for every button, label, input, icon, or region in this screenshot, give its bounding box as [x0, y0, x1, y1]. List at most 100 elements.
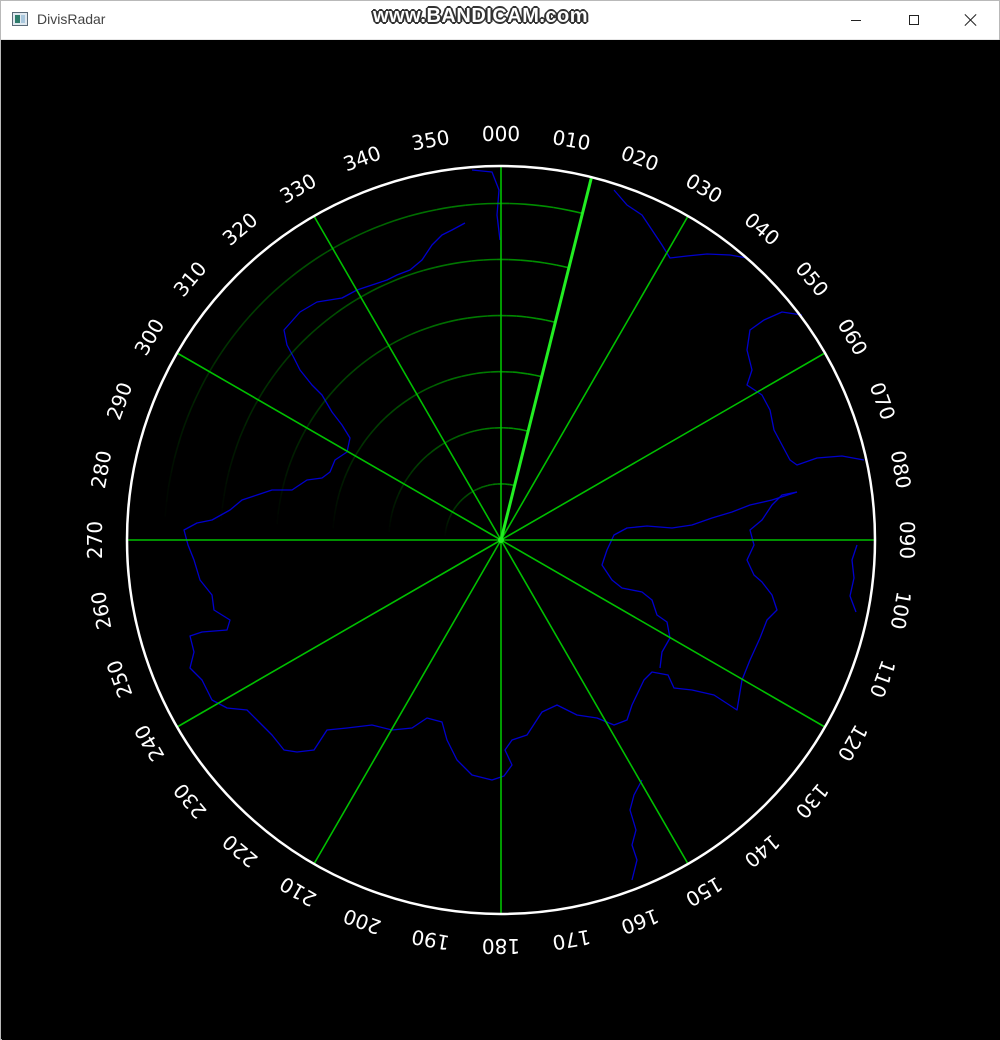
range-ring-arc — [223, 483, 227, 497]
range-ring-arc — [165, 487, 170, 502]
range-ring-arc — [402, 333, 412, 340]
range-ring-arc — [434, 445, 440, 450]
maximize-icon — [909, 15, 919, 25]
range-ring-arc — [422, 208, 437, 214]
range-ring-arc — [440, 379, 448, 384]
range-ring-arc — [392, 503, 396, 509]
range-ring-arc — [404, 476, 409, 482]
range-ring-arc — [239, 425, 246, 438]
range-ring-arc — [485, 484, 489, 487]
range-ring-arc — [454, 375, 462, 379]
range-ring-arc — [291, 267, 304, 278]
range-ring-arc — [336, 491, 341, 500]
bearing-label: 350 — [410, 125, 452, 155]
bearing-label: 230 — [169, 779, 212, 824]
range-ring-arc — [235, 436, 241, 449]
range-ring-arc — [433, 382, 441, 387]
range-ring-arc — [376, 347, 386, 354]
maximize-button[interactable] — [885, 1, 943, 39]
bearing-label: 120 — [833, 720, 873, 765]
minimize-button[interactable] — [827, 1, 885, 39]
sweep-trail — [165, 202, 583, 534]
close-button[interactable] — [942, 1, 1000, 39]
range-ring-arc — [411, 329, 421, 335]
range-ring-arc — [388, 522, 391, 528]
recording-watermark: www.BANDICAM.com — [373, 5, 589, 27]
range-ring-arc — [460, 498, 463, 502]
range-ring-arc — [285, 466, 290, 477]
range-ring-arc — [480, 486, 484, 489]
range-ring-arc — [407, 472, 412, 478]
app-icon — [12, 12, 28, 26]
bearing-spoke — [500, 352, 826, 541]
range-ring-arc — [374, 422, 381, 430]
range-ring-arc — [458, 500, 462, 504]
range-ring-arc — [476, 487, 479, 491]
range-ring-arc — [213, 351, 223, 365]
range-ring-arc — [399, 485, 404, 491]
radar-display[interactable]: 000 010 020 030 040 050 060 070 080 090 100 110 120 1… — [2, 40, 1000, 1040]
sweep-line — [499, 176, 593, 541]
range-ring-arc — [449, 514, 452, 518]
range-ring-arc — [468, 372, 477, 376]
bearing-label: 240 — [129, 720, 169, 765]
title-bar[interactable]: DivisRadar www.BANDICAM.com — [1, 1, 999, 40]
range-ring-arc — [465, 431, 471, 435]
range-ring-arc — [165, 502, 166, 517]
range-ring-arc — [365, 433, 371, 441]
range-ring-arc — [416, 461, 421, 467]
range-ring-arc — [512, 371, 521, 374]
range-ring-arc — [244, 414, 251, 427]
range-ring-arc — [438, 321, 449, 326]
range-ring-arc — [478, 486, 482, 490]
range-ring-arc — [319, 398, 328, 407]
range-ring-arc — [369, 427, 376, 435]
range-ring-arc — [277, 515, 278, 525]
range-ring-arc — [474, 429, 480, 432]
range-ring-arc — [335, 305, 347, 314]
bearing-label: 210 — [275, 872, 320, 912]
range-ring-arc — [231, 448, 237, 461]
bearing-label: 150 — [681, 872, 726, 912]
range-ring-arc — [314, 406, 322, 415]
bearing-label: 260 — [86, 590, 116, 632]
range-ring-arc — [518, 428, 524, 431]
range-ring-arc — [465, 493, 469, 497]
range-ring-arc — [477, 315, 488, 318]
range-ring-arc — [299, 430, 306, 441]
range-ring-arc — [480, 202, 496, 205]
range-ring-arc — [465, 203, 481, 206]
bearing-label: 090 — [895, 521, 919, 559]
bearing-label: 180 — [482, 934, 520, 958]
range-ring-arc — [459, 260, 472, 264]
range-ring-arc — [248, 305, 260, 318]
range-ring-arc — [340, 236, 354, 245]
range-ring-arc — [221, 339, 232, 353]
range-ring-arc — [380, 220, 395, 227]
range-ring-arc — [388, 277, 401, 284]
range-ring-arc — [267, 372, 277, 384]
range-ring-arc — [258, 295, 270, 307]
range-ring-arc — [389, 517, 392, 523]
range-ring-arc — [279, 275, 292, 287]
range-ring-arc — [400, 273, 413, 279]
radar-canvas[interactable]: 000 010 020 030 040050 060 070 080 090 100 110 120 1… — [2, 40, 1000, 1040]
range-ring-arc — [221, 495, 225, 509]
range-ring-arc — [349, 458, 355, 466]
range-ring-arc — [420, 326, 431, 332]
range-ring-arc — [332, 383, 341, 392]
range-ring-arc — [261, 382, 270, 394]
range-ring-arc — [544, 262, 558, 266]
range-ring-arc — [274, 362, 284, 374]
range-ring-arc — [520, 259, 533, 263]
range-ring-arc — [471, 259, 484, 262]
bearing-label: 080 — [886, 449, 916, 491]
bearing-spoke — [500, 539, 826, 728]
range-ring-arc — [368, 352, 378, 360]
bearing-spoke — [313, 215, 502, 541]
range-ring-arc — [170, 458, 176, 474]
bearing-label: 290 — [102, 379, 138, 423]
coastline-segment — [629, 779, 643, 881]
range-ring-arc — [484, 427, 490, 430]
range-ring-arc — [407, 395, 415, 401]
